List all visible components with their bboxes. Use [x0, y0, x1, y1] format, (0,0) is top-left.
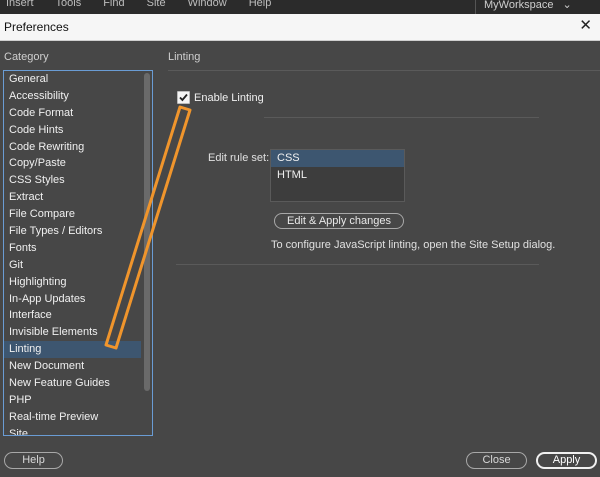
category-item-highlighting[interactable]: Highlighting	[4, 274, 141, 291]
category-item-extract[interactable]: Extract	[4, 189, 141, 206]
divider	[176, 264, 539, 265]
category-item-site[interactable]: Site	[4, 426, 141, 435]
category-item-in-app-updates[interactable]: In-App Updates	[4, 291, 141, 308]
enable-linting-row[interactable]: Enable Linting	[177, 91, 264, 104]
category-item-code-format[interactable]: Code Format	[4, 105, 141, 122]
menu-site[interactable]: Site	[147, 0, 166, 9]
category-item-new-document[interactable]: New Document	[4, 358, 141, 375]
category-item-linting[interactable]: Linting	[4, 341, 141, 359]
help-button[interactable]: Help	[4, 452, 63, 469]
section-divider	[168, 70, 600, 71]
rule-set-listbox[interactable]: CSS HTML	[270, 149, 405, 202]
app-menu-items: Insert Tools Find Site Window Help	[6, 0, 271, 9]
javascript-linting-info: To configure JavaScript linting, open th…	[271, 239, 556, 251]
category-item-code-hints[interactable]: Code Hints	[4, 122, 141, 139]
chevron-down-icon: ⌄	[562, 0, 572, 11]
category-item-general[interactable]: General	[4, 71, 141, 88]
workspace-label: MyWorkspace	[484, 0, 554, 11]
section-heading: Linting	[168, 51, 201, 63]
edit-apply-changes-button[interactable]: Edit & Apply changes	[274, 213, 404, 229]
menu-insert[interactable]: Insert	[6, 0, 34, 9]
category-list[interactable]: General Accessibility Code Format Code Hint…	[3, 70, 153, 436]
close-button[interactable]: Close	[466, 452, 527, 469]
apply-button[interactable]: Apply	[536, 452, 597, 469]
enable-linting-label: Enable Linting	[194, 91, 264, 104]
menu-tools[interactable]: Tools	[56, 0, 82, 9]
category-item-interface[interactable]: Interface	[4, 307, 141, 324]
workspace-switcher[interactable]: MyWorkspace ⌄	[475, 0, 580, 14]
category-item-code-rewriting[interactable]: Code Rewriting	[4, 139, 141, 156]
category-heading: Category	[4, 51, 49, 63]
menu-window[interactable]: Window	[188, 0, 227, 9]
category-scrollbar[interactable]	[144, 73, 150, 391]
enable-linting-checkbox[interactable]	[177, 91, 190, 104]
category-item-fonts[interactable]: Fonts	[4, 240, 141, 257]
category-item-real-time-preview[interactable]: Real-time Preview	[4, 409, 141, 426]
category-item-file-compare[interactable]: File Compare	[4, 206, 141, 223]
close-icon[interactable]: ✕	[579, 18, 592, 34]
category-item-accessibility[interactable]: Accessibility	[4, 88, 141, 105]
divider	[264, 117, 539, 118]
rule-set-option-html[interactable]: HTML	[271, 167, 404, 184]
dialog-titlebar: Preferences ✕	[0, 14, 600, 41]
category-item-css-styles[interactable]: CSS Styles	[4, 172, 141, 189]
category-item-file-types-editors[interactable]: File Types / Editors	[4, 223, 141, 240]
app-menubar: Insert Tools Find Site Window Help MyWor…	[0, 0, 600, 14]
menu-help[interactable]: Help	[249, 0, 272, 9]
checkmark-icon	[179, 93, 188, 102]
menu-find[interactable]: Find	[103, 0, 124, 9]
rule-set-option-css[interactable]: CSS	[271, 150, 404, 167]
category-item-copy-paste[interactable]: Copy/Paste	[4, 155, 141, 172]
dialog-title: Preferences	[4, 20, 69, 34]
category-item-new-feature-guides[interactable]: New Feature Guides	[4, 375, 141, 392]
edit-rule-set-label: Edit rule set:	[208, 152, 270, 164]
category-item-invisible-elements[interactable]: Invisible Elements	[4, 324, 141, 341]
category-item-git[interactable]: Git	[4, 257, 141, 274]
category-item-php[interactable]: PHP	[4, 392, 141, 409]
